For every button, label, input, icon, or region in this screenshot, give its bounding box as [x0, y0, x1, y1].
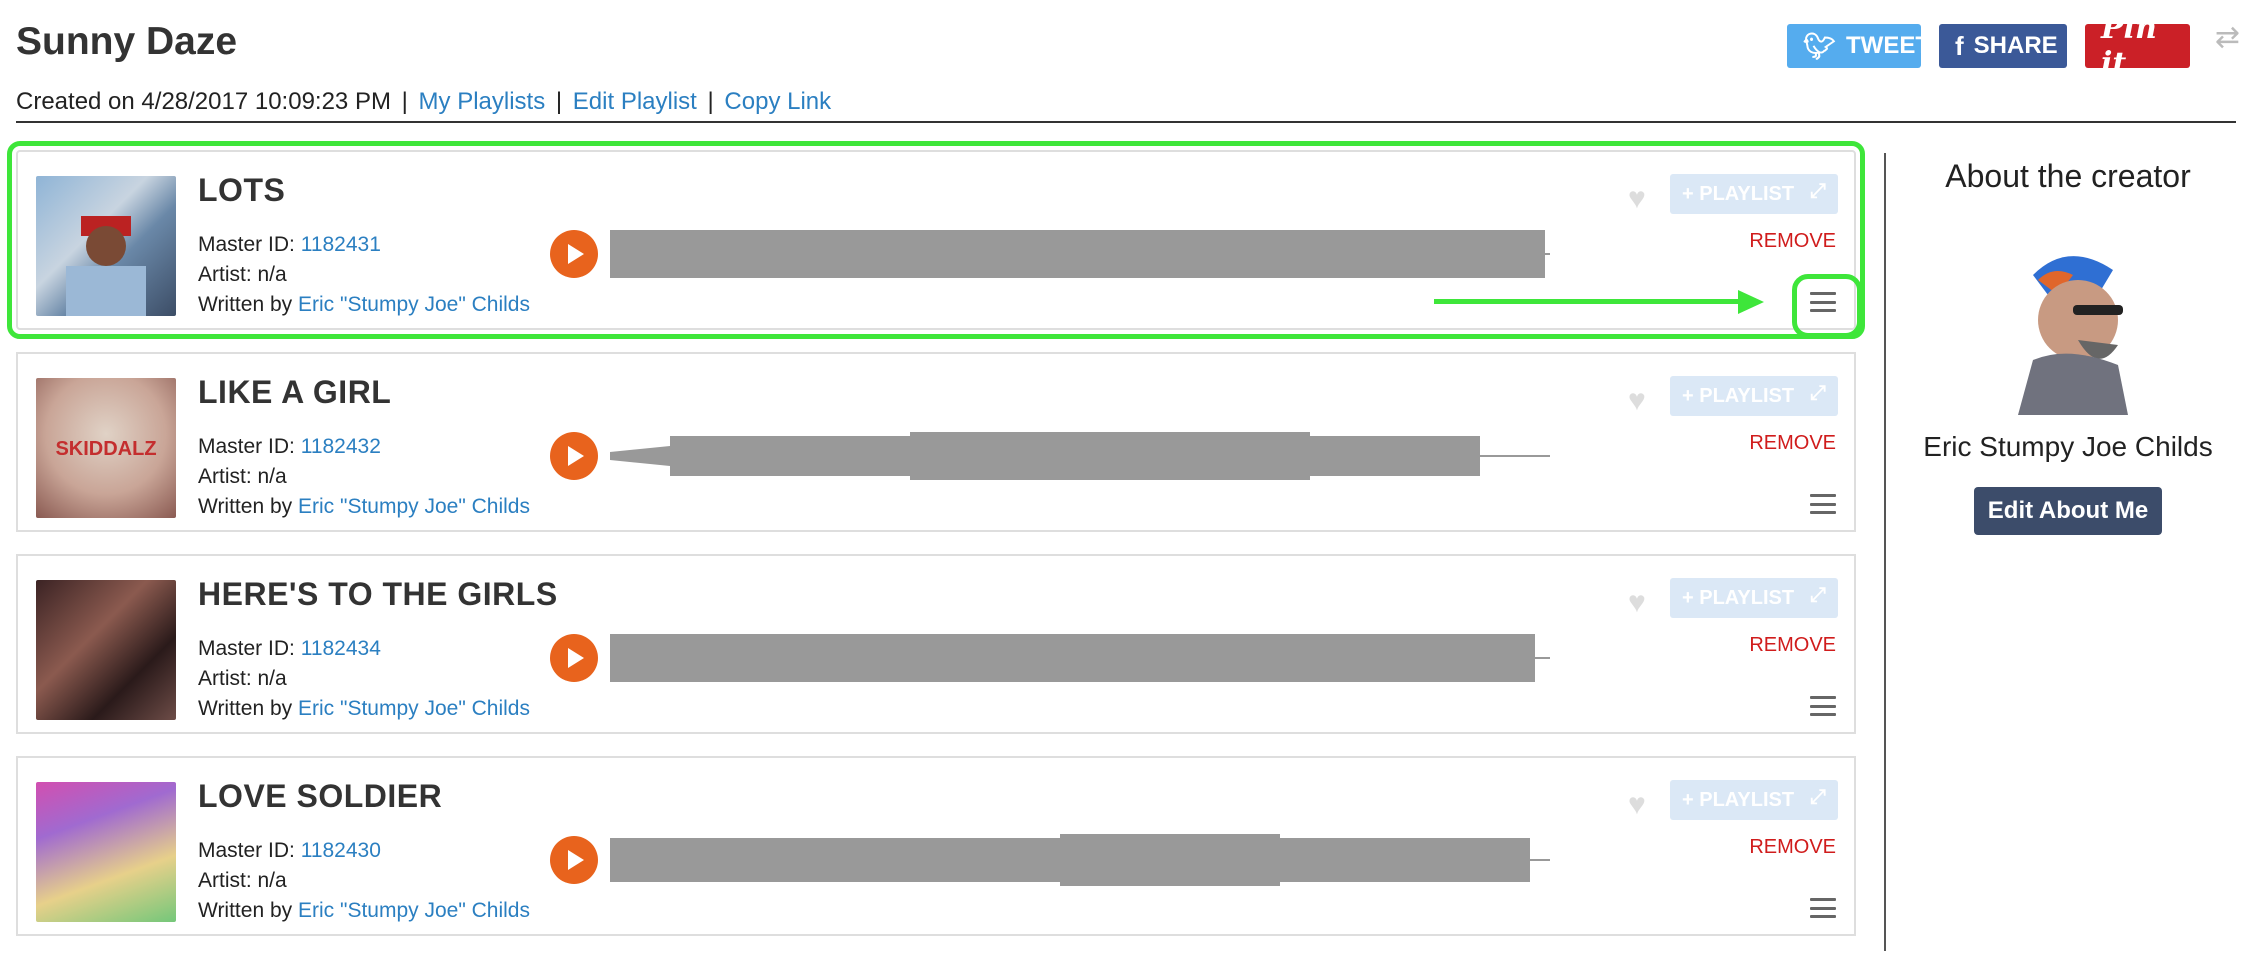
song-card: LOVE SOLDIER Master ID: 1182430 Artist: … — [16, 756, 1856, 936]
facebook-icon: f — [1955, 30, 1964, 61]
share-button[interactable]: f SHARE — [1939, 24, 2067, 68]
add-to-playlist-label: + PLAYLIST — [1682, 182, 1795, 205]
song-title: LOVE SOLDIER — [198, 778, 443, 814]
remove-button[interactable]: REMOVE — [1749, 836, 1836, 859]
remove-button[interactable]: REMOVE — [1749, 634, 1836, 657]
menu-highlight-ring — [1792, 274, 1862, 338]
writer-link[interactable]: Eric "Stumpy Joe" Childs — [298, 495, 530, 518]
written-by-label: Written by — [198, 293, 293, 316]
expand-icon[interactable]: ⤢ — [1810, 584, 1826, 607]
pin-label: Pin it — [2101, 11, 2157, 81]
song-info: Master ID: 1182430 Artist: n/a Written b… — [198, 836, 530, 926]
artist-photo — [66, 216, 146, 316]
play-button[interactable] — [550, 836, 598, 884]
heart-icon[interactable]: ♥ — [1628, 788, 1646, 822]
waveform[interactable] — [610, 224, 1550, 284]
expand-icon[interactable]: ⤢ — [1810, 382, 1826, 405]
add-to-playlist-button[interactable]: + PLAYLIST ⤢ — [1670, 780, 1838, 820]
song-title: LOTS — [198, 172, 286, 208]
tweet-button[interactable]: 🐦︎ TWEET — [1787, 24, 1930, 68]
add-to-playlist-button[interactable]: + PLAYLIST ⤢ — [1670, 376, 1838, 416]
hamburger-menu-icon[interactable] — [1810, 696, 1836, 716]
heart-icon[interactable]: ♥ — [1628, 384, 1646, 418]
social-buttons: 🐦︎ TWEET f SHARE Pin it — [1787, 11, 2190, 81]
artist-text: Artist: n/a — [198, 465, 287, 488]
my-playlists-link[interactable]: My Playlists — [419, 88, 546, 115]
master-id-link[interactable]: 1182430 — [301, 839, 381, 862]
hamburger-menu-icon[interactable] — [1810, 494, 1836, 514]
share-label: SHARE — [1973, 32, 2058, 59]
writer-link[interactable]: Eric "Stumpy Joe" Childs — [298, 899, 530, 922]
master-id-label: Master ID: — [198, 233, 295, 256]
add-to-playlist-button[interactable]: + PLAYLIST ⤢ — [1670, 174, 1838, 214]
song-thumbnail — [36, 176, 176, 316]
master-id-label: Master ID: — [198, 435, 295, 458]
playlist-header: Sunny Daze Created on 4/28/2017 10:09:23… — [16, 18, 831, 116]
artist-text: Artist: n/a — [198, 263, 287, 286]
about-creator-panel: About the creator Eric Stumpy Joe Childs… — [1888, 150, 2248, 535]
song-info: Master ID: 1182431 Artist: n/a Written b… — [198, 230, 530, 320]
master-id-link[interactable]: 1182432 — [301, 435, 381, 458]
avatar — [1978, 235, 2158, 415]
tweet-label: TWEET — [1846, 32, 1931, 59]
song-title: HERE'S TO THE GIRLS — [198, 576, 558, 612]
heart-icon[interactable]: ♥ — [1628, 182, 1646, 216]
song-list: LOTS Master ID: 1182431 Artist: n/a Writ… — [7, 141, 1865, 958]
separator: | — [707, 88, 714, 115]
written-by-label: Written by — [198, 899, 293, 922]
playlist-meta: Created on 4/28/2017 10:09:23 PM | My Pl… — [16, 88, 831, 116]
play-button[interactable] — [550, 432, 598, 480]
song-thumbnail — [36, 580, 176, 720]
remove-button[interactable]: REMOVE — [1749, 230, 1836, 253]
song-thumbnail — [36, 782, 176, 922]
hamburger-menu-icon[interactable] — [1810, 898, 1836, 918]
created-prefix: Created on — [16, 88, 135, 115]
created-date: 4/28/2017 10:09:23 PM — [141, 88, 391, 115]
remove-button[interactable]: REMOVE — [1749, 432, 1836, 455]
writer-link[interactable]: Eric "Stumpy Joe" Childs — [298, 293, 530, 316]
sidebar-divider — [1884, 153, 1886, 951]
creator-name: Eric Stumpy Joe Childs — [1923, 431, 2213, 462]
artist-text: Artist: n/a — [198, 667, 287, 690]
play-button[interactable] — [550, 634, 598, 682]
edit-about-me-button[interactable]: Edit About Me — [1973, 487, 2163, 535]
annotation-arrow — [1434, 290, 1764, 314]
song-card: HERE'S TO THE GIRLS Master ID: 1182434 A… — [16, 554, 1856, 734]
header-divider — [16, 121, 2236, 123]
master-id-label: Master ID: — [198, 839, 295, 862]
edit-playlist-link[interactable]: Edit Playlist — [573, 88, 697, 115]
song-thumbnail: SKIDDALZ — [36, 378, 176, 518]
about-creator-heading: About the creator — [1945, 158, 2191, 194]
copy-link[interactable]: Copy Link — [724, 88, 831, 115]
artist-text: Artist: n/a — [198, 869, 287, 892]
play-button[interactable] — [550, 230, 598, 278]
add-to-playlist-label: + PLAYLIST — [1682, 586, 1795, 609]
bird-icon: 🐦︎ — [1803, 30, 1837, 61]
master-id-label: Master ID: — [198, 637, 295, 660]
separator: | — [555, 88, 563, 115]
master-id-link[interactable]: 1182434 — [301, 637, 381, 660]
song-card: SKIDDALZ LIKE A GIRL Master ID: 1182432 … — [16, 352, 1856, 532]
waveform[interactable] — [610, 628, 1550, 688]
add-to-playlist-button[interactable]: + PLAYLIST ⤢ — [1670, 578, 1838, 618]
thumbnail-label: SKIDDALZ — [55, 438, 157, 460]
add-to-playlist-label: + PLAYLIST — [1682, 384, 1795, 407]
pin-it-button[interactable]: Pin it — [2085, 11, 2190, 81]
written-by-label: Written by — [198, 697, 293, 720]
expand-icon[interactable]: ⤢ — [1810, 786, 1826, 809]
writer-link[interactable]: Eric "Stumpy Joe" Childs — [298, 697, 530, 720]
song-title: LIKE A GIRL — [198, 374, 392, 410]
song-info: Master ID: 1182434 Artist: n/a Written b… — [198, 634, 530, 724]
add-to-playlist-label: + PLAYLIST — [1682, 788, 1795, 811]
waveform[interactable] — [610, 830, 1550, 890]
master-id-link[interactable]: 1182431 — [301, 233, 381, 256]
waveform[interactable] — [610, 426, 1550, 486]
written-by-label: Written by — [198, 495, 293, 518]
swap-icon[interactable]: ⇄ — [2215, 20, 2240, 55]
page-title: Sunny Daze — [16, 20, 238, 63]
song-info: Master ID: 1182432 Artist: n/a Written b… — [198, 432, 530, 522]
separator: | — [401, 88, 408, 115]
expand-icon[interactable]: ⤢ — [1810, 180, 1826, 203]
heart-icon[interactable]: ♥ — [1628, 586, 1646, 620]
